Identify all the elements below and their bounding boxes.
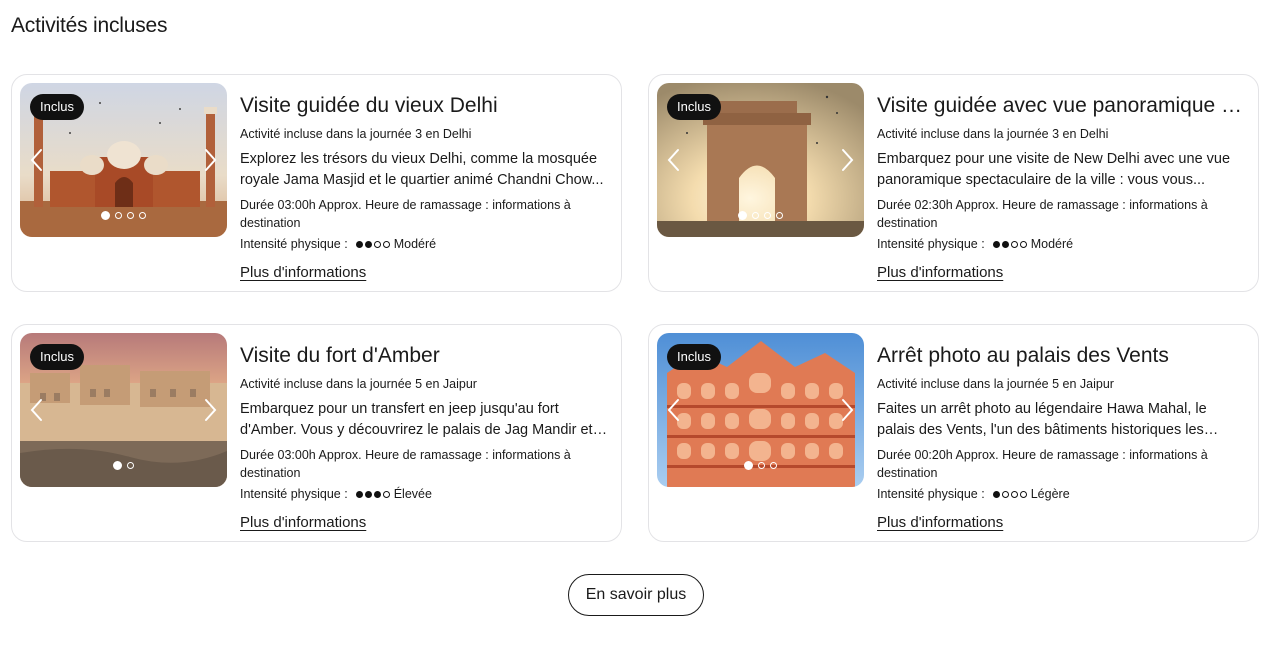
intensity-meter — [992, 240, 1027, 248]
included-badge: Inclus — [30, 94, 84, 120]
chevron-left-icon — [30, 399, 42, 421]
activity-description: Embarquez pour un transfert en jeep jusq… — [240, 401, 593, 438]
intensity-label: Intensité physique : — [877, 237, 985, 251]
included-badge: Inclus — [667, 344, 721, 370]
more-info-link[interactable]: Plus d'informations — [240, 514, 366, 531]
activity-description: Faites un arrêt photo au légendaire Hawa… — [877, 401, 1207, 438]
carousel-prev-button[interactable] — [663, 146, 685, 174]
carousel-dot[interactable] — [127, 462, 134, 469]
intensity-pip — [992, 240, 1000, 248]
intensity-meter — [355, 240, 390, 248]
carousel-prev-button[interactable] — [26, 146, 48, 174]
intensity-label: Intensité physique : — [240, 487, 348, 501]
intensity-label: Intensité physique : — [240, 237, 348, 251]
carousel-next-button[interactable] — [836, 396, 858, 424]
intensity-pip — [373, 490, 381, 498]
intensity-pip — [382, 490, 390, 498]
intensity-pip — [355, 240, 363, 248]
activity-day: Activité incluse dans la journée 5 en Ja… — [877, 377, 1114, 391]
intensity-value: Modéré — [393, 237, 437, 251]
carousel-next-button[interactable] — [836, 146, 858, 174]
intensity-label: Intensité physique : — [877, 487, 985, 501]
chevron-right-icon — [842, 399, 854, 421]
activity-description: Embarquez pour une visite de New Delhi a… — [877, 151, 1231, 188]
activity-card[interactable]: Inclus Visite guidée du vieux Delhi Acti… — [11, 74, 622, 292]
carousel-dots — [20, 461, 227, 470]
activity-intensity: Intensité physique : Modéré — [877, 235, 1246, 253]
intensity-pip — [364, 240, 372, 248]
intensity-value: Élevée — [393, 487, 432, 501]
activity-image-carousel[interactable]: Inclus — [657, 83, 864, 237]
activity-intensity: Intensité physique : Modéré — [240, 235, 609, 253]
chevron-left-icon — [667, 149, 679, 171]
carousel-next-button[interactable] — [199, 146, 221, 174]
intensity-value: Modéré — [1030, 237, 1074, 251]
activity-title: Visite guidée du vieux Delhi — [240, 94, 498, 117]
chevron-left-icon — [667, 399, 679, 421]
activity-image-carousel[interactable]: Inclus — [20, 83, 227, 237]
activity-day: Activité incluse dans la journée 5 en Ja… — [240, 377, 477, 391]
activity-title: Visite du fort d'Amber — [240, 344, 440, 367]
chevron-right-icon — [205, 399, 217, 421]
intensity-pip — [1001, 490, 1009, 498]
more-info-link[interactable]: Plus d'informations — [877, 264, 1003, 281]
activity-card[interactable]: Inclus Visite guidée avec vue panoramiqu… — [648, 74, 1259, 292]
chevron-right-icon — [842, 149, 854, 171]
carousel-next-button[interactable] — [199, 396, 221, 424]
carousel-dot[interactable] — [738, 211, 747, 220]
activity-intensity: Intensité physique : Légère — [877, 485, 1246, 503]
activity-day: Activité incluse dans la journée 3 en De… — [240, 127, 472, 141]
activity-duration: Durée 03:00h Approx. Heure de ramassage … — [240, 198, 571, 230]
see-more-button[interactable]: En savoir plus — [568, 574, 704, 616]
chevron-right-icon — [205, 149, 217, 171]
intensity-pip — [373, 240, 381, 248]
carousel-dot[interactable] — [115, 212, 122, 219]
carousel-dots — [20, 211, 227, 220]
activity-day: Activité incluse dans la journée 3 en De… — [877, 127, 1109, 141]
carousel-dots — [657, 461, 864, 470]
carousel-dot[interactable] — [101, 211, 110, 220]
activity-card[interactable]: Inclus Arrêt photo au palais des Vents A… — [648, 324, 1259, 542]
intensity-pip — [1001, 240, 1009, 248]
carousel-dot[interactable] — [764, 212, 771, 219]
included-badge: Inclus — [667, 94, 721, 120]
activity-image-carousel[interactable]: Inclus — [657, 333, 864, 487]
intensity-meter — [992, 490, 1027, 498]
included-badge: Inclus — [30, 344, 84, 370]
carousel-dot[interactable] — [770, 462, 777, 469]
activity-card[interactable]: Inclus Visite du fort d'Amber Activité i… — [11, 324, 622, 542]
carousel-dot[interactable] — [776, 212, 783, 219]
carousel-dot[interactable] — [113, 461, 122, 470]
intensity-pip — [992, 490, 1000, 498]
carousel-dots — [657, 211, 864, 220]
intensity-pip — [364, 490, 372, 498]
activity-image-carousel[interactable]: Inclus — [20, 333, 227, 487]
intensity-pip — [355, 490, 363, 498]
chevron-left-icon — [30, 149, 42, 171]
intensity-meter — [355, 490, 390, 498]
carousel-dot[interactable] — [139, 212, 146, 219]
section-title: Activités incluses — [11, 14, 168, 37]
activity-intensity: Intensité physique : Élevée — [240, 485, 609, 503]
carousel-dot[interactable] — [127, 212, 134, 219]
intensity-pip — [1010, 240, 1018, 248]
intensity-value: Légère — [1030, 487, 1070, 501]
intensity-pip — [1019, 240, 1027, 248]
activity-description: Explorez les trésors du vieux Delhi, com… — [240, 151, 604, 188]
activity-title: Arrêt photo au palais des Vents — [877, 344, 1169, 367]
activity-duration: Durée 02:30h Approx. Heure de ramassage … — [877, 198, 1208, 230]
carousel-prev-button[interactable] — [663, 396, 685, 424]
activity-duration: Durée 03:00h Approx. Heure de ramassage … — [240, 448, 571, 480]
intensity-pip — [1019, 490, 1027, 498]
activity-title: Visite guidée avec vue panoramique s... — [877, 94, 1246, 117]
carousel-dot[interactable] — [752, 212, 759, 219]
more-info-link[interactable]: Plus d'informations — [877, 514, 1003, 531]
intensity-pip — [1010, 490, 1018, 498]
carousel-dot[interactable] — [744, 461, 753, 470]
carousel-prev-button[interactable] — [26, 396, 48, 424]
activity-duration: Durée 00:20h Approx. Heure de ramassage … — [877, 448, 1208, 480]
intensity-pip — [382, 240, 390, 248]
carousel-dot[interactable] — [758, 462, 765, 469]
more-info-link[interactable]: Plus d'informations — [240, 264, 366, 281]
